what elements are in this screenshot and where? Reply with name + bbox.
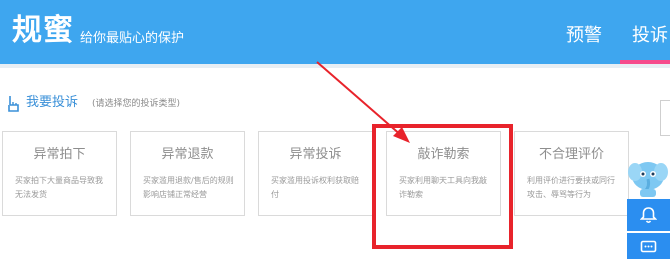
notification-button[interactable] — [627, 199, 670, 231]
page: 规蜜 给你最贴心的保护 预警 投诉 我要投诉 (请选择您的投诉类型) 异常拍下 … — [0, 0, 670, 259]
bell-icon — [640, 207, 657, 224]
mascot-icon[interactable] — [626, 155, 670, 199]
annotation-arrow-icon — [316, 61, 410, 143]
side-panel-tab[interactable] — [660, 100, 670, 136]
chat-button[interactable] — [627, 233, 670, 259]
chat-icon — [640, 240, 657, 253]
